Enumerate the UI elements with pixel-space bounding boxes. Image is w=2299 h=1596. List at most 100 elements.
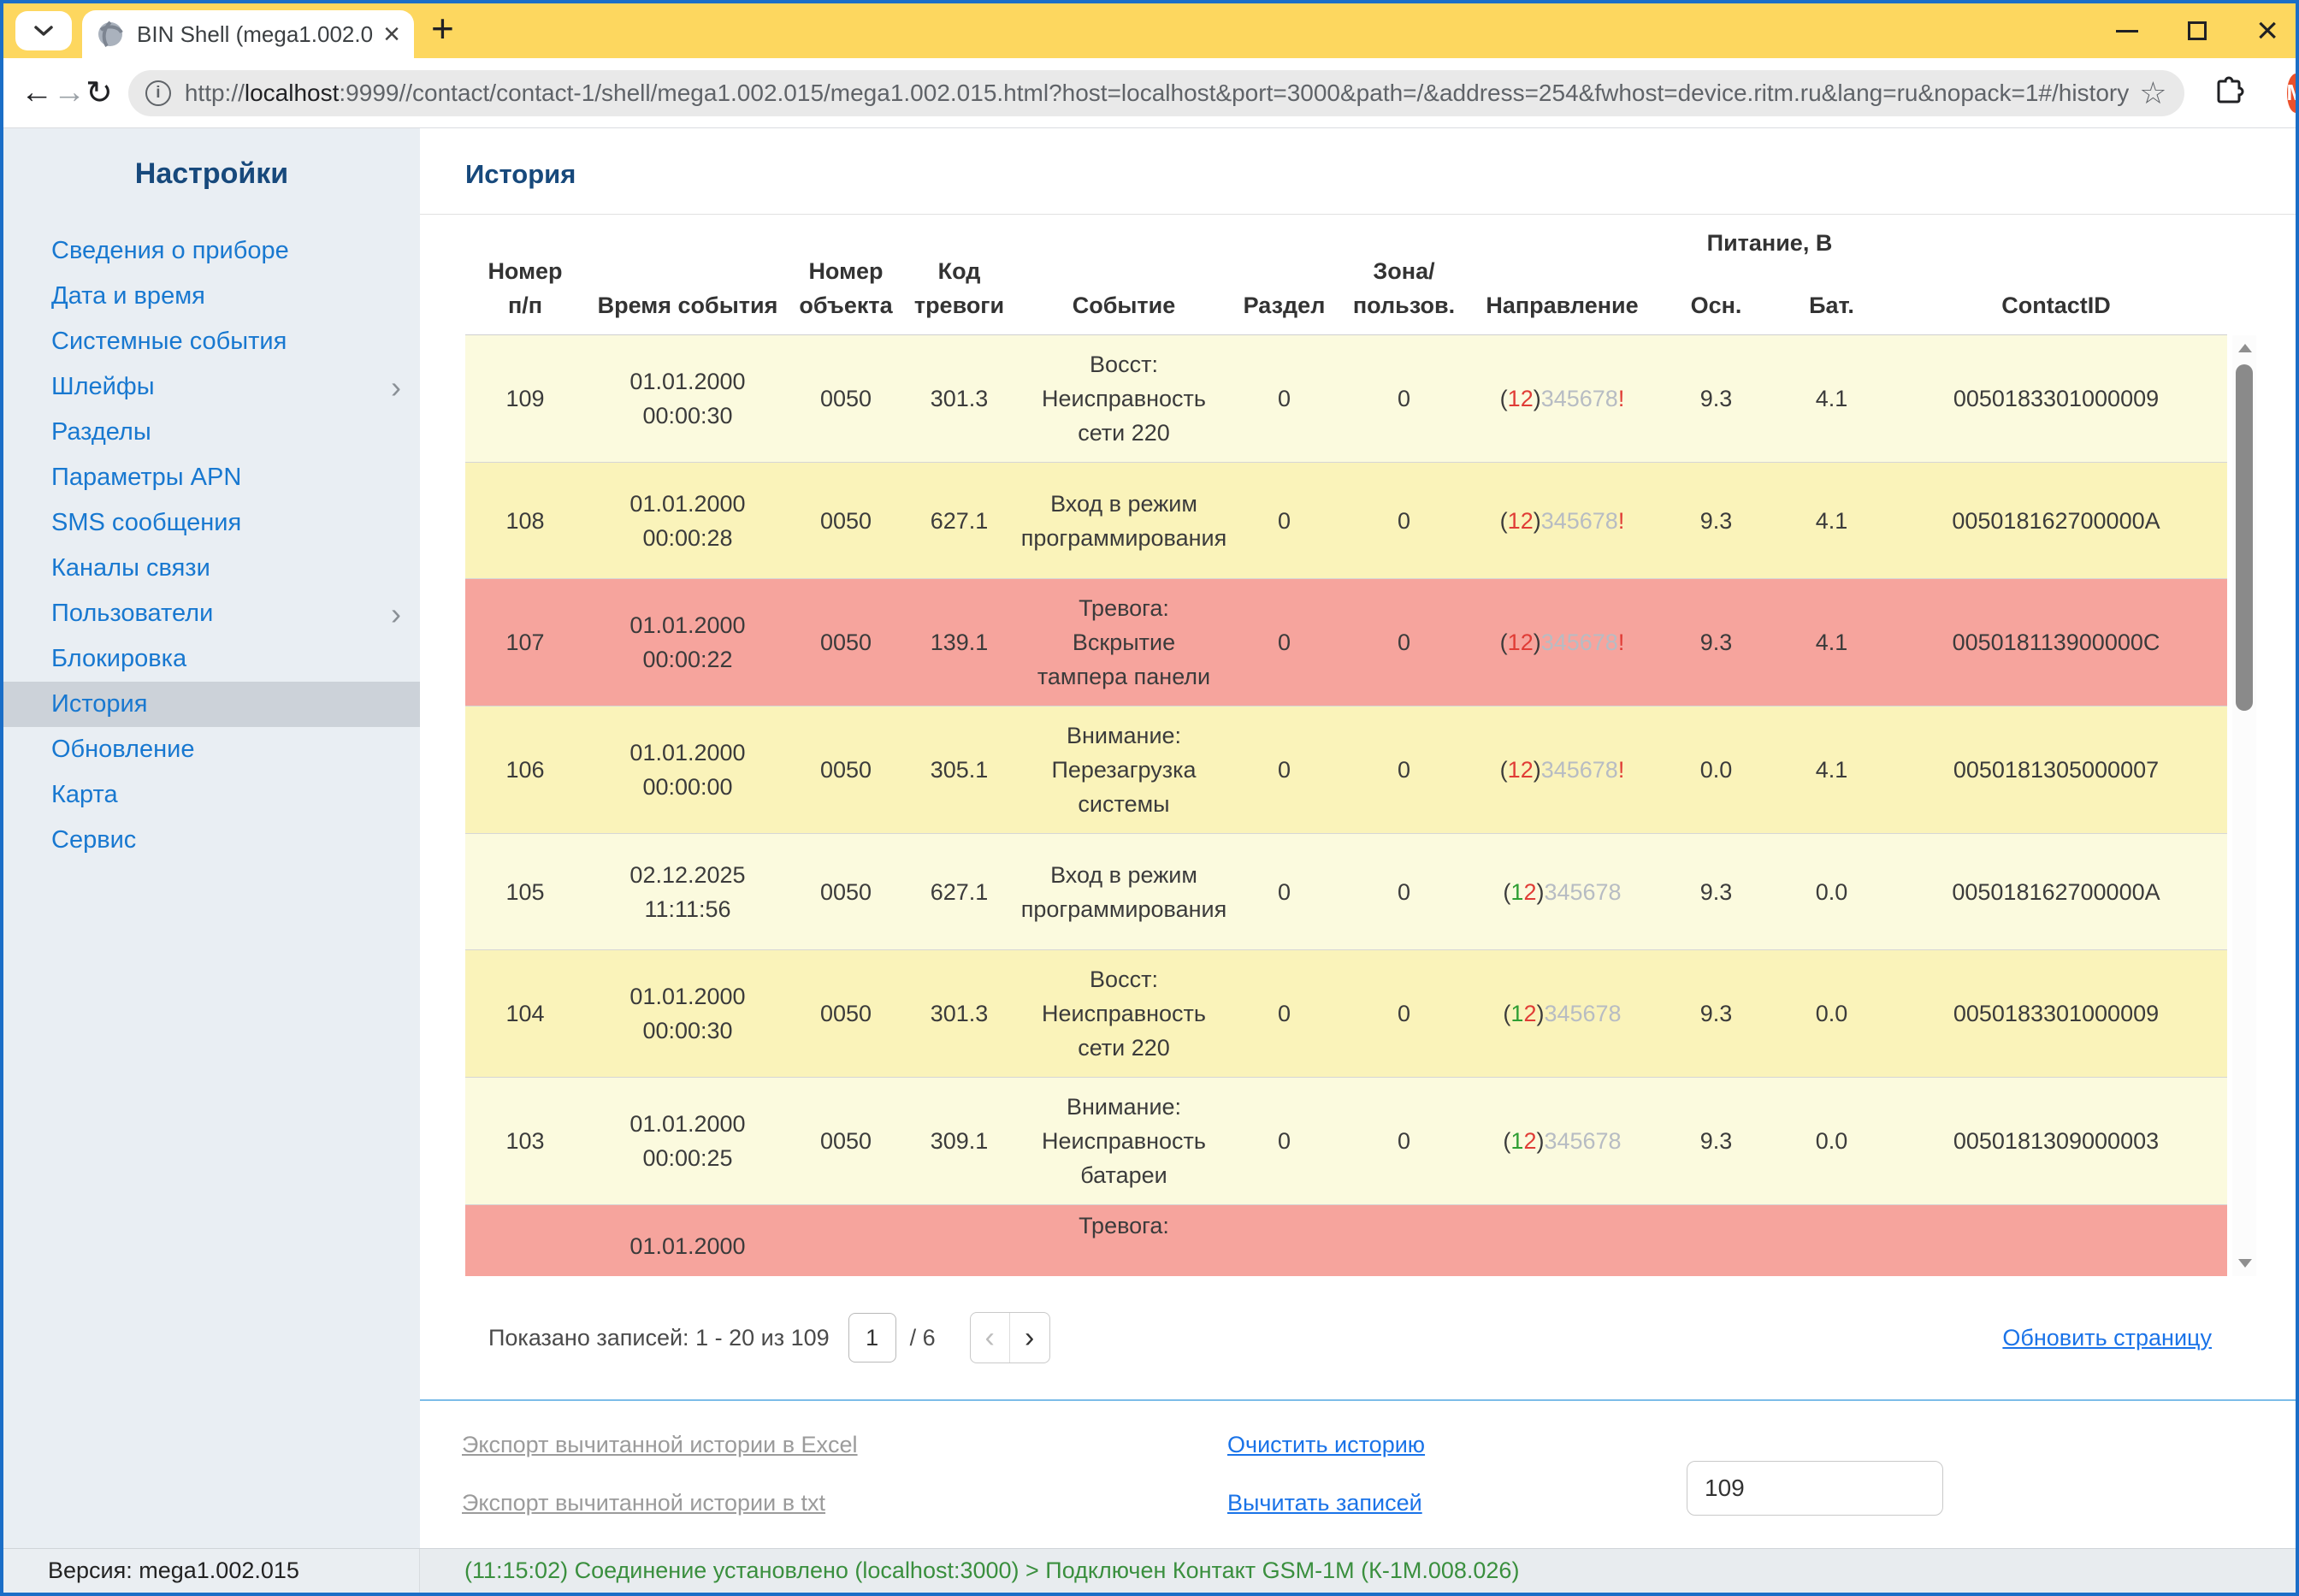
cell-object: 0050: [790, 741, 901, 799]
address-bar[interactable]: i http://localhost:9999//contact/contact…: [128, 70, 2184, 116]
cell-main-power: 0.0: [1654, 741, 1778, 799]
page-info-icon[interactable]: i: [145, 80, 171, 106]
cell-event: Внимание: Неисправность батареи: [1017, 1078, 1231, 1204]
sidebar-menu: Сведения о приборе Дата и время Системны…: [3, 228, 420, 863]
sidebar-item-service[interactable]: Сервис: [3, 818, 420, 863]
cell-partition: [1231, 1205, 1338, 1221]
cell-contactid: 0050181305000007: [1885, 741, 2227, 799]
cell-main-power: 9.3: [1654, 369, 1778, 428]
cell-time: 01.01.2000 00:00:22: [585, 596, 790, 689]
sidebar-item-history[interactable]: История: [3, 682, 420, 727]
cell-event: Внимание: Перезагрузка системы: [1017, 706, 1231, 833]
table-header: Питание, В Номер п/п Время события Номер…: [465, 215, 2227, 335]
read-records-link[interactable]: Вычитать записей: [1227, 1490, 1422, 1516]
browser-tab[interactable]: BIN Shell (mega1.002.015) ×: [82, 10, 414, 58]
cell-direction: (12)345678: [1470, 1112, 1654, 1170]
export-txt-link[interactable]: Экспорт вычитанной истории в txt: [462, 1490, 825, 1516]
sidebar-item-lock[interactable]: Блокировка: [3, 636, 420, 682]
prev-page-button[interactable]: ‹: [971, 1313, 1010, 1363]
cell-direction: [1470, 1205, 1654, 1221]
cell-contactid: 005018113900000C: [1885, 613, 2227, 671]
sidebar-item-update[interactable]: Обновление: [3, 727, 420, 772]
cell-main-power: 9.3: [1654, 492, 1778, 550]
cell-time: 01.01.2000 00:00:30: [585, 967, 790, 1060]
sidebar-item-users[interactable]: Пользователи›: [3, 591, 420, 636]
header-event: Событие: [1017, 288, 1231, 322]
url-text: http://localhost:9999//contact/contact-1…: [185, 80, 2129, 107]
cell-partition: 0: [1231, 1112, 1338, 1170]
cell-direction: (12)345678!: [1470, 741, 1654, 799]
next-page-button[interactable]: ›: [1010, 1313, 1049, 1363]
table-scrollbar[interactable]: [2232, 335, 2256, 1276]
cell-code: 627.1: [901, 863, 1017, 921]
cell-num: 105: [465, 863, 585, 921]
sidebar-item-zones[interactable]: Шлейфы›: [3, 364, 420, 410]
close-icon[interactable]: ×: [2256, 12, 2278, 50]
sidebar-item-date-time[interactable]: Дата и время: [3, 274, 420, 319]
reload-icon[interactable]: ↻: [86, 74, 113, 112]
cell-main-power: 9.3: [1654, 984, 1778, 1043]
browser-toolbar: ← → ↻ i http://localhost:9999//contact/c…: [3, 58, 2296, 128]
cell-num: 104: [465, 984, 585, 1043]
cell-code: 301.3: [901, 369, 1017, 428]
cell-zone: 0: [1338, 741, 1470, 799]
sidebar-item-device-info[interactable]: Сведения о приборе: [3, 228, 420, 274]
header-code: Код тревоги: [901, 254, 1017, 322]
minimize-icon[interactable]: [2116, 30, 2138, 33]
cell-zone: 0: [1338, 492, 1470, 550]
sidebar-item-partitions[interactable]: Разделы: [3, 410, 420, 455]
page-number-input[interactable]: [848, 1313, 896, 1363]
cell-main-power: 9.3: [1654, 863, 1778, 921]
scroll-down-icon[interactable]: [2238, 1259, 2252, 1268]
cell-direction: (12)345678!: [1470, 492, 1654, 550]
chevron-down-icon: [33, 25, 54, 37]
cell-object: 0050: [790, 863, 901, 921]
scrollbar-thumb[interactable]: [2236, 364, 2253, 711]
header-object: Номер объекта: [790, 254, 901, 322]
cell-direction: (12)345678: [1470, 984, 1654, 1043]
forward-icon[interactable]: →: [53, 74, 86, 111]
header-main-power: Осн.: [1654, 288, 1778, 322]
page-nav-buttons: ‹ ›: [970, 1312, 1050, 1363]
sidebar-item-sms[interactable]: SMS сообщения: [3, 500, 420, 546]
export-excel-link[interactable]: Экспорт вычитанной истории в Excel: [462, 1432, 858, 1458]
cell-code: 309.1: [901, 1112, 1017, 1170]
new-tab-button[interactable]: +: [431, 9, 454, 48]
cell-object: 0050: [790, 984, 901, 1043]
header-partition: Раздел: [1231, 288, 1338, 322]
tab-close-icon[interactable]: ×: [383, 20, 400, 49]
cell-contactid: 0050183301000009: [1885, 369, 2227, 428]
cell-main-power: 9.3: [1654, 613, 1778, 671]
sidebar-item-map[interactable]: Карта: [3, 772, 420, 818]
maximize-icon[interactable]: [2188, 21, 2207, 40]
tab-search-button[interactable]: [15, 11, 72, 50]
cell-time: 01.01.2000 00:00:00: [585, 724, 790, 816]
cell-event: Восст: Неисправность сети 220: [1017, 335, 1231, 462]
back-icon[interactable]: ←: [21, 74, 53, 111]
table-row: 107 01.01.2000 00:00:22 0050 139.1 Трево…: [465, 579, 2227, 706]
records-count-input[interactable]: [1687, 1461, 1943, 1516]
chevron-right-icon: ›: [391, 591, 401, 636]
cell-contactid: 005018162700000A: [1885, 863, 2227, 921]
cell-time: 01.01.2000 00:00:25: [585, 1095, 790, 1187]
table-row: 106 01.01.2000 00:00:00 0050 305.1 Внима…: [465, 706, 2227, 834]
table-row: 01.01.2000 Тревога:: [465, 1205, 2227, 1276]
cell-battery: 4.1: [1778, 492, 1885, 550]
cell-battery: 0.0: [1778, 863, 1885, 921]
sidebar-item-channels[interactable]: Каналы связи: [3, 546, 420, 591]
extensions-icon[interactable]: [2212, 76, 2246, 110]
clear-history-link[interactable]: Очистить историю: [1227, 1432, 1425, 1458]
bookmark-star-icon[interactable]: ☆: [2139, 75, 2166, 111]
sidebar-item-apn[interactable]: Параметры APN: [3, 455, 420, 500]
refresh-page-link[interactable]: Обновить страницу: [2002, 1325, 2212, 1351]
cell-object: 0050: [790, 492, 901, 550]
cell-num: 109: [465, 369, 585, 428]
scroll-up-icon[interactable]: [2238, 344, 2252, 352]
cell-event: Вход в режим программирования: [1017, 475, 1231, 567]
profile-avatar[interactable]: M: [2287, 74, 2299, 113]
cell-zone: 0: [1338, 369, 1470, 428]
cell-object: 0050: [790, 613, 901, 671]
sidebar-item-system-events[interactable]: Системные события: [3, 319, 420, 364]
table-row: 104 01.01.2000 00:00:30 0050 301.3 Восст…: [465, 950, 2227, 1078]
cell-code: 305.1: [901, 741, 1017, 799]
